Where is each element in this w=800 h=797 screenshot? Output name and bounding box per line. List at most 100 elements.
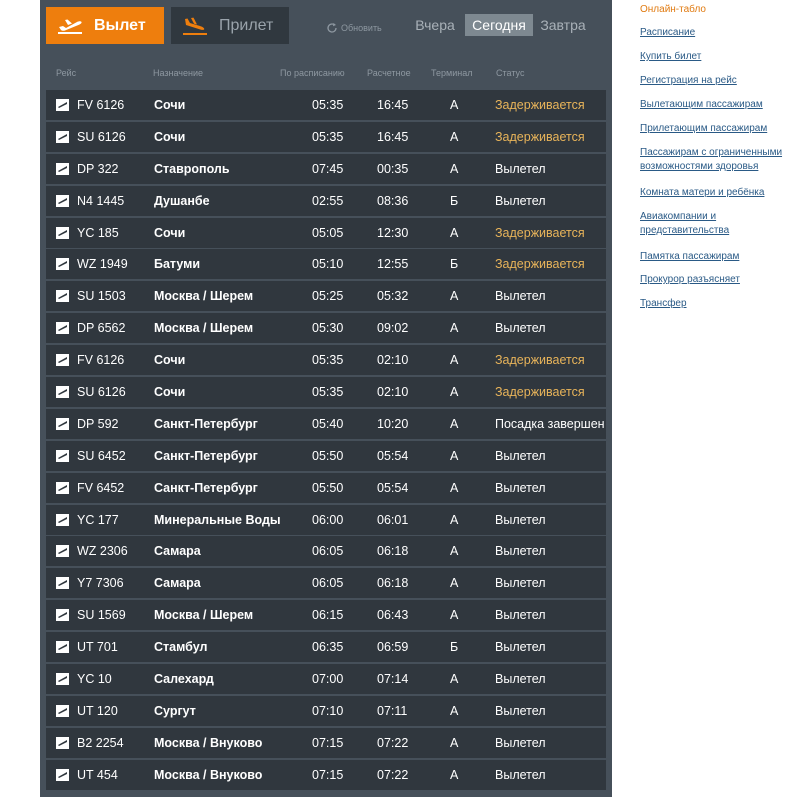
flight-status: Вылетел [495,735,546,750]
column-header-estimated: Расчетное [367,68,411,78]
airline-logo-icon [56,322,69,335]
estimated-time: 12:30 [377,225,409,240]
flight-status: Задерживается [495,129,585,144]
terminal: А [450,289,459,304]
table-row[interactable]: WZ 2306 Самара 06:05 06:18 А Вылетел [46,536,606,567]
scheduled-time: 05:25 [312,289,344,304]
scheduled-time: 05:40 [312,416,344,431]
table-row[interactable]: YC 177 Минеральные Воды 06:00 06:01 А Вылетел [46,504,606,535]
flight-status: Задерживается [495,385,585,400]
airline-logo-icon [56,513,69,526]
flight-number: UT 120 [77,703,118,718]
flight-number: WZ 2306 [77,544,128,559]
scheduled-time: 06:05 [312,544,344,559]
scheduled-time: 07:10 [312,703,344,718]
table-row[interactable]: UT 701 Стамбул 06:35 06:59 Б Вылетел [46,632,606,663]
column-header-status: Статус [496,68,525,78]
sidebar-item[interactable]: Купить билет [640,50,798,64]
airline-logo-icon [56,162,69,175]
flight-status: Вылетел [495,448,546,463]
estimated-time: 06:18 [377,544,409,559]
table-row[interactable]: FV 6126 Сочи 05:35 02:10 А Задерживается [46,345,606,376]
terminal: А [450,161,459,176]
sidebar-item[interactable]: Онлайн-табло [640,3,798,17]
flight-number: SU 6126 [77,129,126,144]
destination: Ставрополь [154,161,230,176]
flight-status: Вылетел [495,608,546,623]
sidebar-item[interactable]: Комната матери и ребёнка [640,186,798,200]
estimated-time: 06:43 [377,608,409,623]
airline-logo-icon [56,99,69,111]
estimated-time: 09:02 [377,321,409,336]
scheduled-time: 05:30 [312,321,344,336]
refresh-button[interactable]: Обновить [326,20,382,36]
table-row[interactable]: SU 6126 Сочи 05:35 02:10 А Задерживается [46,377,606,408]
scheduled-time: 05:50 [312,480,344,495]
destination: Самара [154,576,201,591]
estimated-time: 07:11 [377,703,408,718]
table-row[interactable]: DP 322 Ставрополь 07:45 00:35 А Вылетел [46,153,606,184]
sidebar-item[interactable]: Авиакомпании и представительства [640,210,798,238]
terminal: А [450,767,459,782]
terminal: А [450,576,459,591]
table-row[interactable]: UT 120 Сургут 07:10 07:11 А Вылетел [46,695,606,726]
estimated-time: 00:35 [377,161,409,176]
table-row[interactable]: WZ 1949 Батуми 05:10 12:55 Б Задерживается [46,249,606,280]
day-yesterday[interactable]: Вчера [412,14,458,36]
table-row[interactable]: YC 185 Сочи 05:05 12:30 А Задерживается [46,217,606,248]
table-row[interactable]: Y7 7306 Самара 06:05 06:18 А Вылетел [46,568,606,599]
airline-logo-icon [56,577,69,590]
column-header-terminal: Терминал [431,68,473,78]
arrivals-tab[interactable]: Прилет [171,7,289,44]
destination: Сочи [154,225,186,240]
sidebar-item[interactable]: Расписание [640,26,798,40]
estimated-time: 12:55 [377,257,409,272]
table-row[interactable]: DP 6562 Москва / Шерем 05:30 09:02 А Вылетел [46,313,606,344]
table-row[interactable]: UT 454 Москва / Внуково 07:15 07:22 А Вылетел [46,759,606,790]
destination: Москва / Внуково [154,735,263,750]
destination: Самара [154,544,201,559]
scheduled-time: 05:50 [312,448,344,463]
airline-logo-icon [56,290,69,303]
destination: Москва / Внуково [154,767,263,782]
terminal: А [450,353,459,368]
flight-number: YC 10 [77,672,112,687]
destination: Сургут [154,703,196,718]
flight-number: Y7 7306 [77,576,124,591]
table-row[interactable]: FV 6126 Сочи 05:35 16:45 А Задерживается [46,90,606,120]
estimated-time: 06:18 [377,576,409,591]
sidebar-item[interactable]: Вылетающим пассажирам [640,98,798,112]
flight-number: WZ 1949 [77,257,128,272]
airline-logo-icon [56,194,69,207]
flight-status: Вылетел [495,512,546,527]
destination: Минеральные Воды [154,512,281,527]
scheduled-time: 05:35 [312,129,344,144]
table-row[interactable]: B2 2254 Москва / Внуково 07:15 07:22 А Вылете… [46,727,606,758]
terminal: А [450,608,459,623]
table-row[interactable]: SU 1503 Москва / Шерем 05:25 05:32 А Вылетел [46,281,606,312]
sidebar-item[interactable]: Прилетающим пассажирам [640,122,798,136]
sidebar-item[interactable]: Трансфер [640,297,798,311]
sidebar-item[interactable]: Памятка пассажирам [640,250,798,264]
flight-number: DP 592 [77,416,119,431]
airline-logo-icon [56,386,69,399]
day-tomorrow[interactable]: Завтра [540,14,586,36]
table-row[interactable]: FV 6452 Санкт-Петербург 05:50 05:54 А Вылетел [46,472,606,503]
scheduled-time: 06:00 [312,512,344,527]
table-row[interactable]: YC 10 Салехард 07:00 07:14 А Вылетел [46,664,606,695]
table-row[interactable]: SU 6452 Санкт-Петербург 05:50 05:54 А Вылетел [46,440,606,471]
flight-status: Вылетел [495,544,546,559]
sidebar-item[interactable]: Регистрация на рейс [640,74,798,88]
flight-number: DP 6562 [77,321,126,336]
destination: Москва / Шерем [154,608,254,623]
sidebar-item[interactable]: Прокурор разъясняет [640,273,798,287]
terminal: А [450,703,459,718]
flight-number: FV 6452 [77,480,125,495]
table-row[interactable]: SU 6126 Сочи 05:35 16:45 А Задерживается [46,121,606,152]
day-today[interactable]: Сегодня [465,14,533,36]
table-row[interactable]: DP 592 Санкт-Петербург 05:40 10:20 А Посадка … [46,408,606,439]
departures-tab[interactable]: Вылет [46,7,164,44]
table-row[interactable]: N4 1445 Душанбе 02:55 08:36 Б Вылетел [46,185,606,216]
table-row[interactable]: SU 1569 Москва / Шерем 06:15 06:43 А Вылетел [46,600,606,631]
sidebar-item[interactable]: Пассажирам с ограниченными возможностями… [640,146,798,174]
